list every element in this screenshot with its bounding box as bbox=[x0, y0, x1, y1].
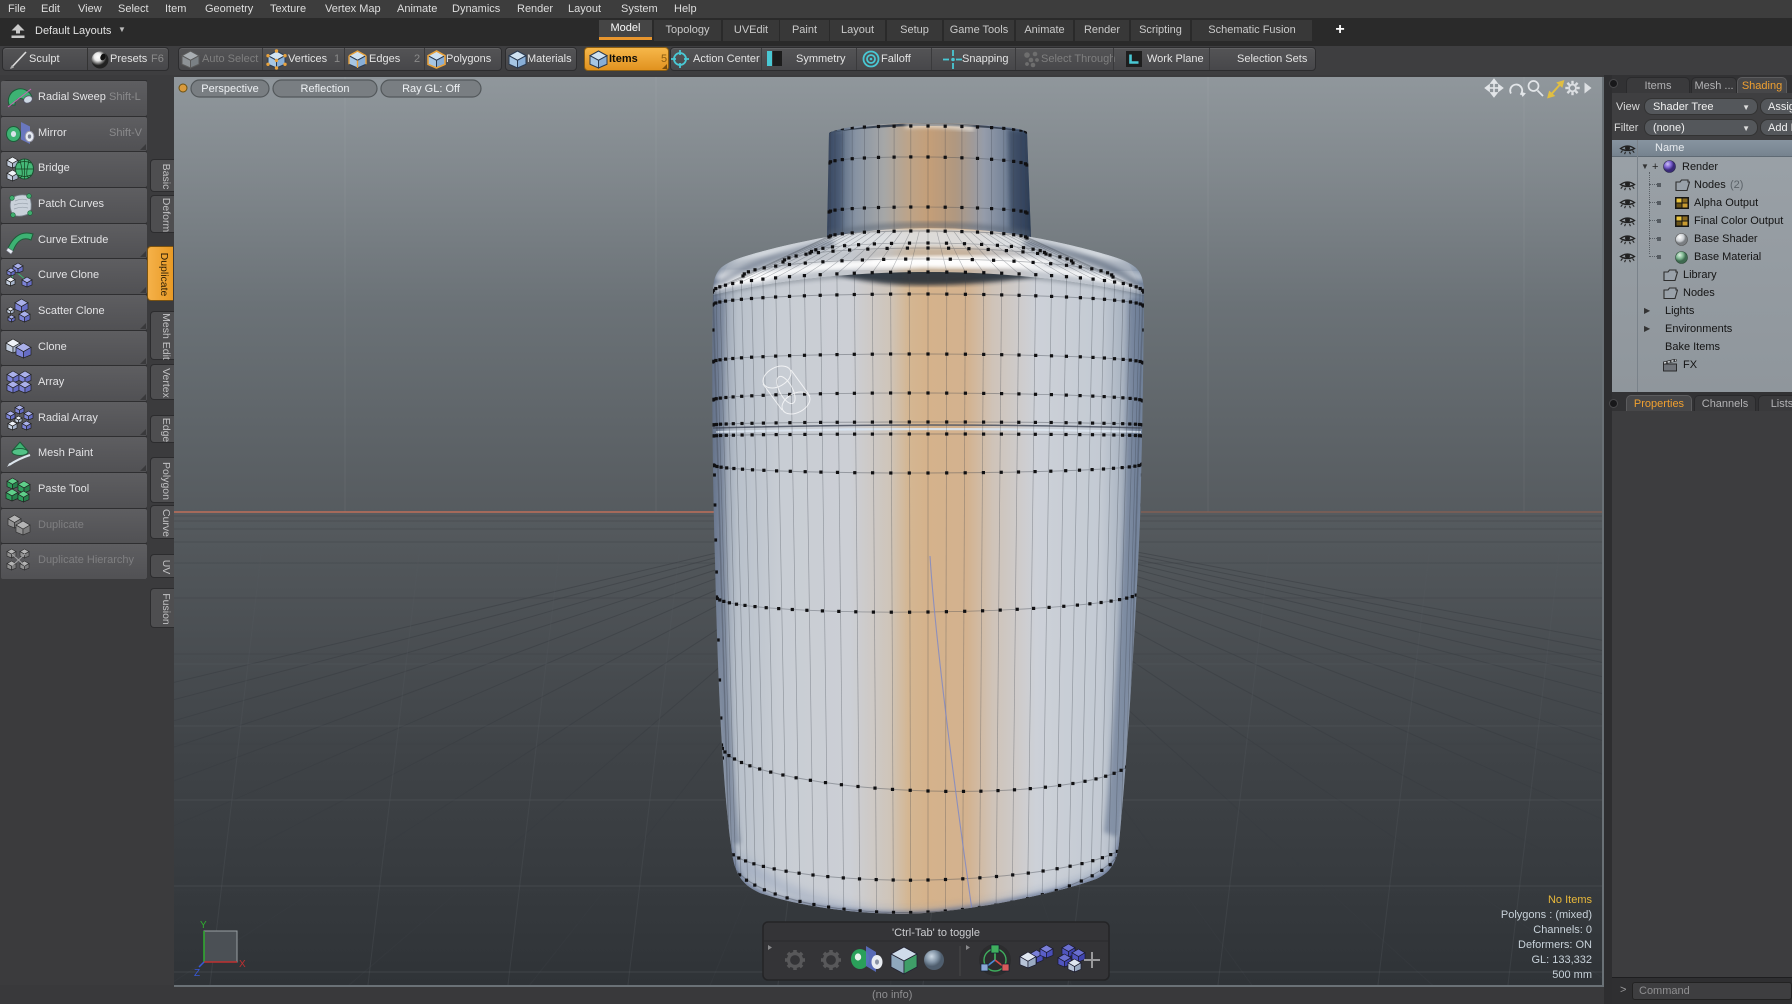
svg-text:500 mm: 500 mm bbox=[1552, 969, 1592, 981]
svg-text:Ray GL: Off: Ray GL: Off bbox=[402, 83, 461, 95]
svg-text:Deform: Deform bbox=[160, 198, 172, 233]
svg-text:Curve: Curve bbox=[160, 509, 172, 537]
svg-text:Y: Y bbox=[200, 920, 207, 931]
svg-text:Fusion: Fusion bbox=[160, 593, 172, 625]
svg-text:Duplicate: Duplicate bbox=[158, 253, 170, 297]
svg-text:'Ctrl-Tab' to toggle: 'Ctrl-Tab' to toggle bbox=[892, 927, 980, 939]
svg-text:Edge: Edge bbox=[160, 418, 172, 443]
svg-text:Perspective: Perspective bbox=[201, 83, 258, 95]
svg-text:No Items: No Items bbox=[1548, 894, 1593, 906]
svg-text:UV: UV bbox=[160, 560, 172, 575]
svg-text:Mesh Edit: Mesh Edit bbox=[160, 313, 172, 360]
svg-text:Z: Z bbox=[194, 968, 200, 979]
svg-text:X: X bbox=[239, 959, 246, 970]
svg-text:Polygon: Polygon bbox=[160, 462, 172, 500]
svg-text:Basic: Basic bbox=[160, 164, 172, 190]
svg-text:Polygons : (mixed): Polygons : (mixed) bbox=[1501, 909, 1592, 921]
svg-text:GL: 133,332: GL: 133,332 bbox=[1531, 954, 1592, 966]
svg-text:Deformers: ON: Deformers: ON bbox=[1518, 939, 1592, 951]
svg-text:Reflection: Reflection bbox=[301, 83, 350, 95]
svg-text:Channels: 0: Channels: 0 bbox=[1533, 924, 1592, 936]
svg-text:Vertex: Vertex bbox=[160, 368, 172, 399]
